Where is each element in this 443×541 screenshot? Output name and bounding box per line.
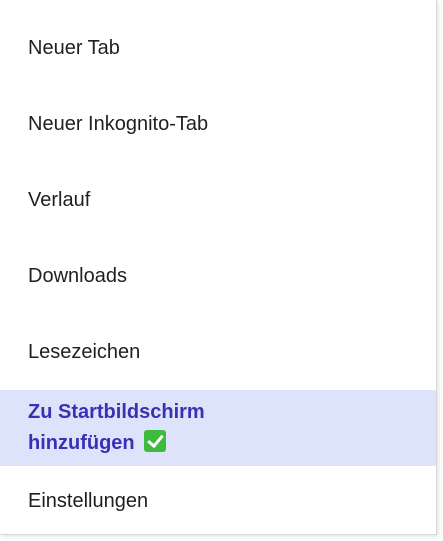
menu-item-label: Downloads [28, 264, 127, 287]
menu-item-label: Neuer Inkognito-Tab [28, 112, 209, 135]
menu-item-new-incognito-tab[interactable]: Neuer Inkognito-Tab [0, 86, 436, 162]
menu-item-new-tab[interactable]: Neuer Tab [0, 10, 436, 86]
check-mark-icon [144, 430, 167, 452]
menu-item-label: Lesezeichen [28, 340, 141, 363]
menu-item-label-line2: hinzufügen [28, 432, 135, 454]
menu-item-label: Einstellungen [28, 489, 149, 512]
menu-item-bookmarks[interactable]: Lesezeichen [0, 314, 436, 390]
menu-item-label: Verlauf [28, 188, 91, 211]
browser-overflow-menu: Neuer Tab Neuer Inkognito-Tab Verlauf Do… [0, 0, 437, 535]
menu-item-label-line1: Zu Startbildschirm [28, 401, 205, 423]
menu-item-label: Neuer Tab [28, 36, 120, 59]
menu-item-add-to-home-screen[interactable]: Zu Startbildschirm hinzufügen [0, 390, 436, 466]
menu-item-label-line2-row: hinzufügen [28, 428, 205, 459]
menu-item-settings[interactable]: Einstellungen [0, 466, 436, 536]
menu-item-history[interactable]: Verlauf [0, 162, 436, 238]
menu-item-label-block: Zu Startbildschirm hinzufügen [28, 397, 205, 459]
menu-item-downloads[interactable]: Downloads [0, 238, 436, 314]
